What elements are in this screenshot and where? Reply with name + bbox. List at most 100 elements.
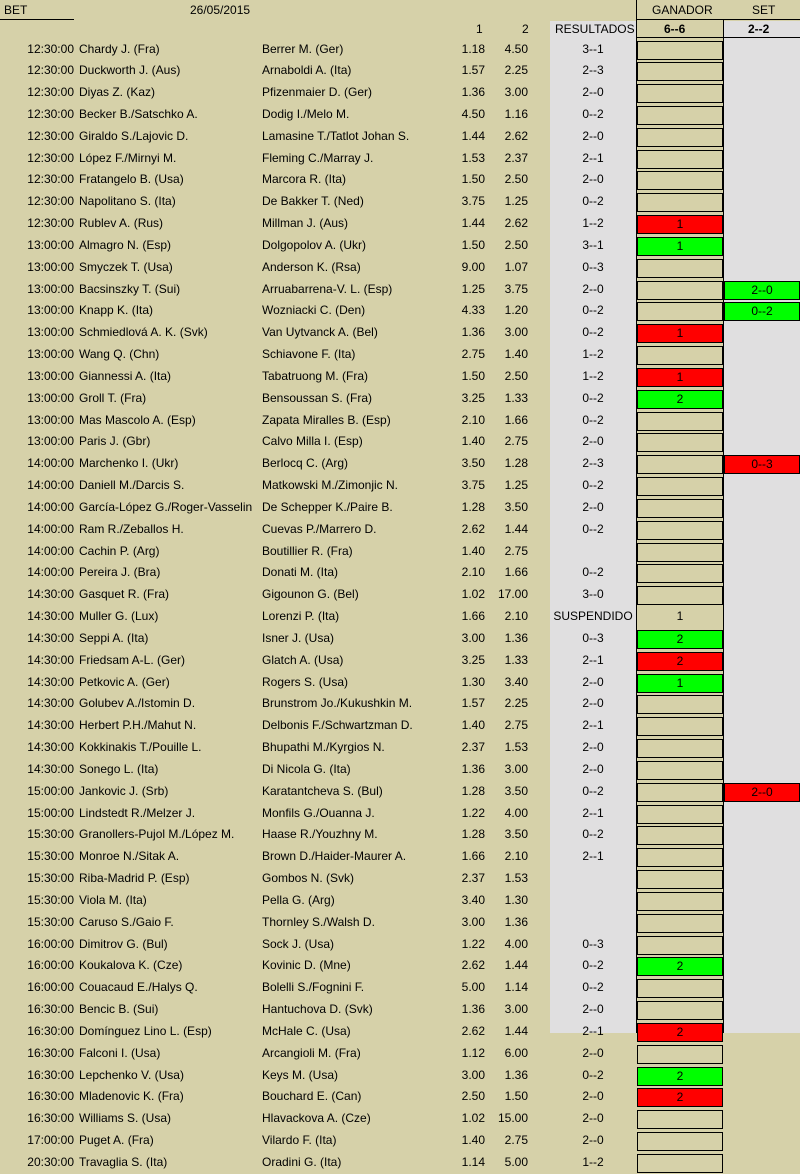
- table-row[interactable]: 14:30:00 Gasquet R. (Fra) Gigounon G. (Bel…: [0, 584, 800, 606]
- table-row[interactable]: 14:00:00 Pereira J. (Bra) Donati M. (Ita) 2…: [0, 562, 800, 584]
- set-cell[interactable]: 0--2: [724, 302, 800, 322]
- ganador-cell[interactable]: [637, 804, 723, 824]
- set-cell[interactable]: [724, 1132, 800, 1151]
- ganador-cell[interactable]: [637, 564, 723, 584]
- ganador-cell[interactable]: [637, 193, 723, 213]
- set-cell[interactable]: [724, 1154, 800, 1173]
- table-row[interactable]: 16:30:00 Lepchenko V. (Usa) Keys M. (Usa) 3…: [0, 1065, 800, 1087]
- ganador-cell[interactable]: [637, 891, 723, 911]
- set-cell[interactable]: [724, 608, 800, 627]
- set-cell[interactable]: [724, 368, 800, 387]
- table-row[interactable]: 13:00:00 Almagro N. (Esp) Dolgopolov A. (U…: [0, 235, 800, 257]
- ganador-cell[interactable]: 1: [637, 367, 723, 387]
- ganador-cell[interactable]: 1: [637, 673, 723, 693]
- ganador-cell[interactable]: [637, 848, 723, 868]
- table-row[interactable]: 15:30:00 Monroe N./Sitak A. Brown D./Haide…: [0, 846, 800, 868]
- table-row[interactable]: 16:30:00 Mladenovic K. (Fra) Bouchard E. (…: [0, 1086, 800, 1108]
- set-cell[interactable]: [724, 761, 800, 780]
- table-row[interactable]: 16:00:00 Dimitrov G. (Bul) Sock J. (Usa) 1.…: [0, 934, 800, 956]
- table-row[interactable]: 14:30:00 Golubev A./Istomin D. Brunstrom J…: [0, 693, 800, 715]
- table-row[interactable]: 16:30:00 Falconi I. (Usa) Arcangioli M. (F…: [0, 1043, 800, 1065]
- table-row[interactable]: 15:30:00 Granollers-Pujol M./López M. Haas…: [0, 824, 800, 846]
- table-row[interactable]: 15:00:00 Lindstedt R./Melzer J. Monfils G.…: [0, 803, 800, 825]
- table-row[interactable]: 14:00:00 Daniell M./Darcis S. Matkowski M.…: [0, 475, 800, 497]
- ganador-cell[interactable]: [637, 935, 723, 955]
- ganador-cell[interactable]: [637, 1044, 723, 1064]
- table-row[interactable]: 15:30:00 Viola M. (Ita) Pella G. (Arg) 3.40…: [0, 890, 800, 912]
- table-row[interactable]: 16:30:00 Williams S. (Usa) Hlavackova A. (…: [0, 1108, 800, 1130]
- table-row[interactable]: 13:00:00 Smyczek T. (Usa) Anderson K. (Rsa…: [0, 257, 800, 279]
- ganador-cell[interactable]: 2: [637, 957, 723, 977]
- ganador-cell[interactable]: [637, 105, 723, 125]
- table-row[interactable]: 12:30:00 Becker B./Satschko A. Dodig I./Me…: [0, 104, 800, 126]
- set-cell[interactable]: [724, 477, 800, 496]
- ganador-cell[interactable]: [637, 542, 723, 562]
- ganador-cell[interactable]: [637, 455, 723, 475]
- set-cell[interactable]: [724, 564, 800, 583]
- ganador-cell[interactable]: [637, 302, 723, 322]
- set-cell[interactable]: [724, 1045, 800, 1064]
- set-cell[interactable]: [724, 41, 800, 60]
- set-cell[interactable]: [724, 237, 800, 256]
- set-cell[interactable]: [724, 150, 800, 169]
- set-cell[interactable]: [724, 630, 800, 649]
- ganador-cell[interactable]: [637, 1110, 723, 1130]
- set-cell[interactable]: [724, 1067, 800, 1086]
- ganador-cell[interactable]: [637, 258, 723, 278]
- table-row[interactable]: 16:00:00 Couacaud E./Halys Q. Bolelli S./F…: [0, 977, 800, 999]
- table-row[interactable]: 13:00:00 Wang Q. (Chn) Schiavone F. (Ita) 2…: [0, 344, 800, 366]
- ganador-cell[interactable]: 1: [637, 324, 723, 344]
- table-row[interactable]: 13:00:00 Schmiedlová A. K. (Svk) Van Uytva…: [0, 322, 800, 344]
- ganador-cell[interactable]: [637, 498, 723, 518]
- set-cell[interactable]: 2--0: [724, 782, 800, 802]
- table-row[interactable]: 14:30:00 Herbert P.H./Mahut N. Delbonis F.…: [0, 715, 800, 737]
- table-row[interactable]: 14:00:00 Marchenko I. (Ukr) Berlocq C. (Ar…: [0, 453, 800, 475]
- set-cell[interactable]: [724, 1088, 800, 1107]
- set-cell[interactable]: [724, 1110, 800, 1129]
- ganador-cell[interactable]: [637, 40, 723, 60]
- table-row[interactable]: 14:30:00 Seppi A. (Ita) Isner J. (Usa) 3.00…: [0, 628, 800, 650]
- table-row[interactable]: 16:30:00 Bencic B. (Sui) Hantuchova D. (Sv…: [0, 999, 800, 1021]
- set-cell[interactable]: [724, 499, 800, 518]
- set-cell[interactable]: [724, 1001, 800, 1020]
- set-cell[interactable]: [724, 1023, 800, 1042]
- table-row[interactable]: 15:30:00 Caruso S./Gaio F. Thornley S./Wal…: [0, 912, 800, 934]
- ganador-cell[interactable]: [637, 826, 723, 846]
- table-row[interactable]: 15:30:00 Riba-Madrid P. (Esp) Gombos N. (S…: [0, 868, 800, 890]
- set-cell[interactable]: [724, 717, 800, 736]
- table-row[interactable]: 16:00:00 Koukalova K. (Cze) Kovinic D. (Mn…: [0, 955, 800, 977]
- ganador-cell[interactable]: 2: [637, 389, 723, 409]
- table-row[interactable]: 13:00:00 Giannessi A. (Ita) Tabatruong M. …: [0, 366, 800, 388]
- table-row[interactable]: 17:00:00 Puget A. (Fra) Vilardo F. (Ita) 1.…: [0, 1130, 800, 1152]
- set-cell[interactable]: [724, 652, 800, 671]
- set-cell[interactable]: [724, 826, 800, 845]
- ganador-cell[interactable]: 2: [637, 1088, 723, 1108]
- ganador-cell[interactable]: [637, 586, 723, 606]
- table-row[interactable]: 14:30:00 Kokkinakis T./Pouille L. Bhupathi…: [0, 737, 800, 759]
- table-row[interactable]: 12:30:00 Chardy J. (Fra) Berrer M. (Ger) 1.…: [0, 39, 800, 61]
- set-cell[interactable]: 0--3: [724, 455, 800, 475]
- set-cell[interactable]: [724, 412, 800, 431]
- ganador-cell[interactable]: [637, 1132, 723, 1151]
- set-cell[interactable]: [724, 433, 800, 452]
- ganador-cell[interactable]: 2: [637, 651, 723, 671]
- set-cell[interactable]: [724, 215, 800, 234]
- set-cell[interactable]: [724, 390, 800, 409]
- table-row[interactable]: 16:30:00 Domínguez Lino L. (Esp) McHale C.…: [0, 1021, 800, 1043]
- set-cell[interactable]: [724, 936, 800, 955]
- table-row[interactable]: 12:30:00 Rublev A. (Rus) Millman J. (Aus) 1…: [0, 213, 800, 235]
- ganador-cell[interactable]: [637, 280, 723, 300]
- ganador-cell[interactable]: [637, 695, 723, 715]
- table-row[interactable]: 14:30:00 Petkovic A. (Ger) Rogers S. (Usa)…: [0, 672, 800, 694]
- ganador-cell[interactable]: 2: [637, 1022, 723, 1042]
- ganador-cell[interactable]: 1: [637, 215, 723, 235]
- ganador-cell[interactable]: [637, 171, 723, 191]
- table-row[interactable]: 13:00:00 Knapp K. (Ita) Wozniacki C. (Den)…: [0, 300, 800, 322]
- table-row[interactable]: 13:00:00 Groll T. (Fra) Bensoussan S. (Fra…: [0, 388, 800, 410]
- ganador-cell[interactable]: [637, 913, 723, 933]
- set-cell[interactable]: [724, 106, 800, 125]
- ganador-cell[interactable]: [637, 411, 723, 431]
- table-row[interactable]: 14:00:00 Cachin P. (Arg) Boutillier R. (Fr…: [0, 541, 800, 563]
- set-cell[interactable]: [724, 892, 800, 911]
- ganador-cell[interactable]: [637, 520, 723, 540]
